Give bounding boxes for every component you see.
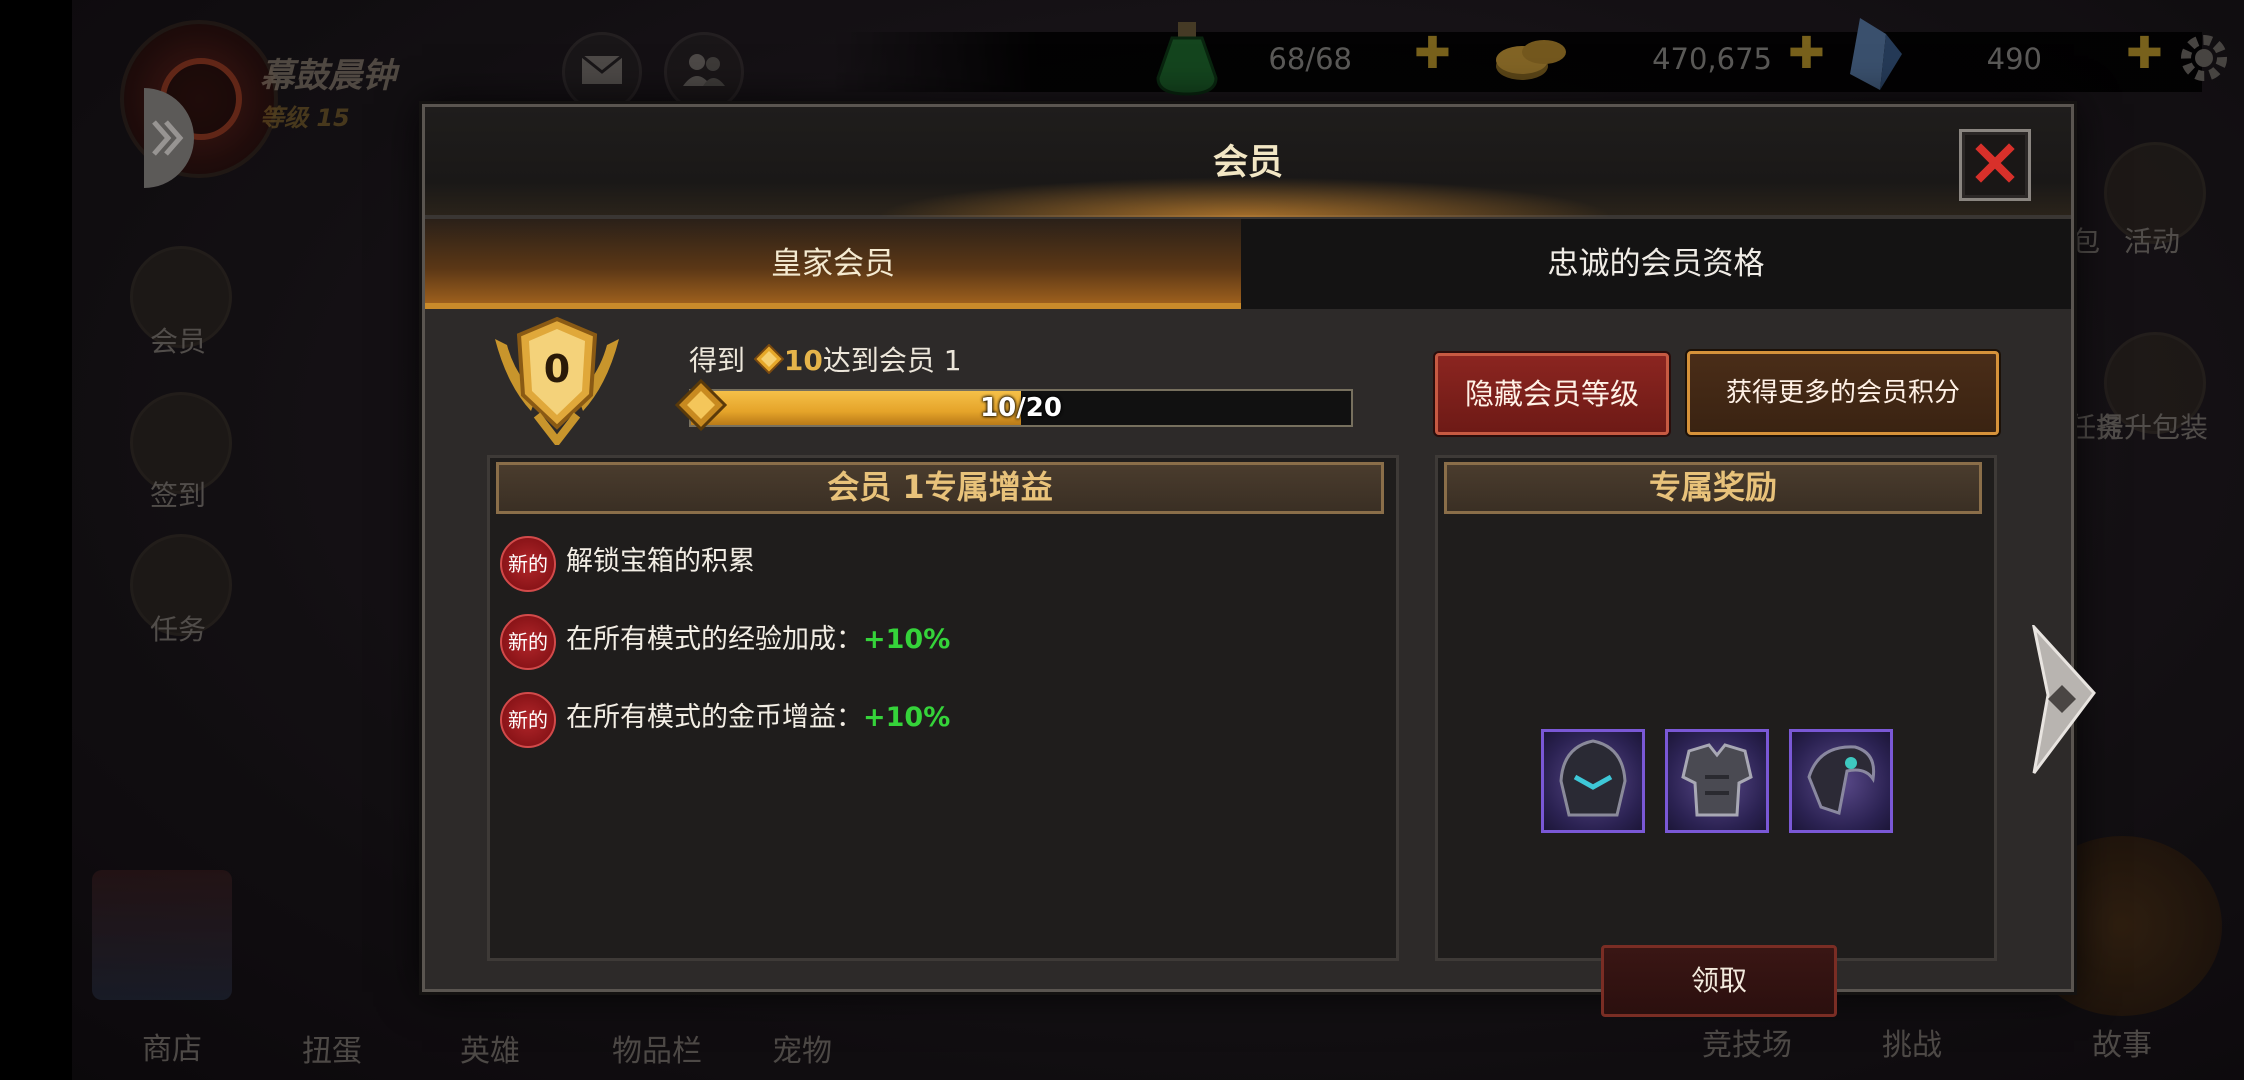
benefit-text: 在所有模式的经验加成：+10% [566, 610, 950, 670]
claim-button[interactable]: 领取 [1601, 945, 1837, 1017]
rewards-panel: 专属奖励 [1435, 455, 1997, 961]
reward-shoulder-armor[interactable] [1789, 729, 1893, 833]
tab-loyal-membership[interactable]: 忠诚的会员资格 [1241, 219, 2071, 309]
new-seal-icon: 新的 [500, 692, 556, 748]
active-tab-underline [425, 303, 1241, 309]
requirement-prefix: 得到 [689, 344, 746, 377]
shoulder-armor-icon [1799, 737, 1883, 825]
rewards-title: 专属奖励 [1444, 462, 1982, 514]
close-button[interactable] [1959, 129, 2031, 201]
benefit-text: 解锁宝箱的积累 [566, 532, 755, 592]
benefit-label: 在所有模式的金币增益： [566, 702, 863, 733]
reward-chest-armor[interactable] [1665, 729, 1769, 833]
game-screen: 幕鼓晨钟 等级 15 68/68 ✚ 470,675 ✚ 490 ✚ 会员 签到… [72, 0, 2244, 1080]
badge-level-number: 0 [543, 347, 571, 391]
benefit-bonus: +10% [863, 624, 951, 655]
benefit-label: 解锁宝箱的积累 [566, 546, 755, 577]
benefit-label: 在所有模式的经验加成： [566, 624, 863, 655]
requirement-points: 10 [783, 344, 823, 377]
next-page-arrow-icon[interactable] [2028, 621, 2098, 775]
hide-vip-level-button[interactable]: 隐藏会员等级 [1435, 353, 1669, 435]
next-level-requirement: 得到 10达到会员 1 [689, 339, 962, 381]
dialog-tabs: 皇家会员 忠诚的会员资格 [425, 219, 2071, 309]
reward-helmet[interactable] [1541, 729, 1645, 833]
new-seal-icon: 新的 [500, 614, 556, 670]
new-seal-icon: 新的 [500, 536, 556, 592]
benefits-panel: 会员 1专属增益 新的 解锁宝箱的积累 新的 在所有模式的经验加成：+10% 新… [487, 455, 1399, 961]
chest-armor-icon [1675, 737, 1759, 825]
progress-diamond-icon [674, 378, 728, 432]
tab-royal-vip[interactable]: 皇家会员 [425, 219, 1241, 309]
get-more-points-button[interactable]: 获得更多的会员积分 [1687, 351, 1999, 435]
vip-dialog: 会员 皇家会员 忠诚的会员资格 0 得到 10达到会员 1 10/20 隐藏会员… [422, 104, 2074, 1017]
progress-text: 10/20 [980, 393, 1062, 423]
dialog-title: 会员 [1212, 143, 1283, 183]
vip-progress-bar: 10/20 [689, 389, 1353, 427]
benefit-text: 在所有模式的金币增益：+10% [566, 688, 950, 748]
helmet-icon [1553, 737, 1633, 825]
benefit-bonus: +10% [863, 702, 951, 733]
close-icon [1975, 143, 2015, 187]
requirement-suffix: 达到会员 1 [822, 344, 962, 377]
benefits-title: 会员 1专属增益 [496, 462, 1384, 514]
vip-level-badge: 0 [487, 315, 627, 448]
vip-point-diamond-icon [753, 343, 785, 381]
